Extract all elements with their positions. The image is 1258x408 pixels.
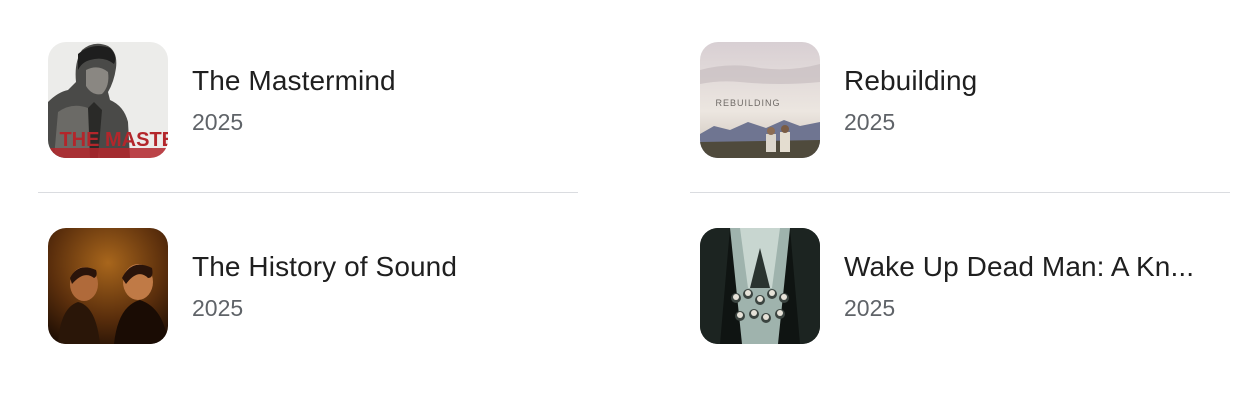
mastermind-poster-icon: THE MASTERMIND — [48, 42, 168, 158]
rebuilding-poster-icon: REBUILDING — [700, 42, 820, 158]
movie-poster-thumbnail[interactable] — [48, 228, 168, 344]
movie-title[interactable]: Wake Up Dead Man: A Kn... — [844, 250, 1194, 284]
movie-title[interactable]: The History of Sound — [192, 250, 457, 284]
poster-title-text: REBUILDING — [715, 98, 780, 108]
row-divider — [38, 192, 578, 193]
movie-result-card[interactable]: The History of Sound 2025 — [38, 186, 578, 344]
movie-title[interactable]: Rebuilding — [844, 64, 977, 98]
movie-year: 2025 — [192, 295, 244, 321]
movie-poster-thumbnail[interactable]: REBUILDING — [700, 42, 820, 158]
movie-year: 2025 — [192, 109, 244, 135]
movie-result-card[interactable]: THE MASTERMIND The Mastermind 2025 — [38, 0, 578, 158]
movie-year: 2025 — [844, 109, 896, 135]
movie-title[interactable]: The Mastermind — [192, 64, 396, 98]
movie-year: 2025 — [844, 295, 896, 321]
row-divider — [690, 192, 1230, 193]
history-of-sound-poster-icon — [48, 228, 168, 344]
movie-result-card[interactable]: REBUILDING Rebuilding 2025 — [690, 0, 1230, 158]
movie-results-grid: THE MASTERMIND The Mastermind 2025 REBUI… — [0, 0, 1258, 408]
movie-result-card[interactable]: Wake Up Dead Man: A Kn... 2025 — [690, 186, 1230, 344]
movie-poster-thumbnail[interactable] — [700, 228, 820, 344]
wake-up-dead-man-poster-icon — [700, 228, 820, 344]
poster-title-text: THE MASTERMIND — [59, 129, 168, 151]
movie-poster-thumbnail[interactable]: THE MASTERMIND — [48, 42, 168, 158]
